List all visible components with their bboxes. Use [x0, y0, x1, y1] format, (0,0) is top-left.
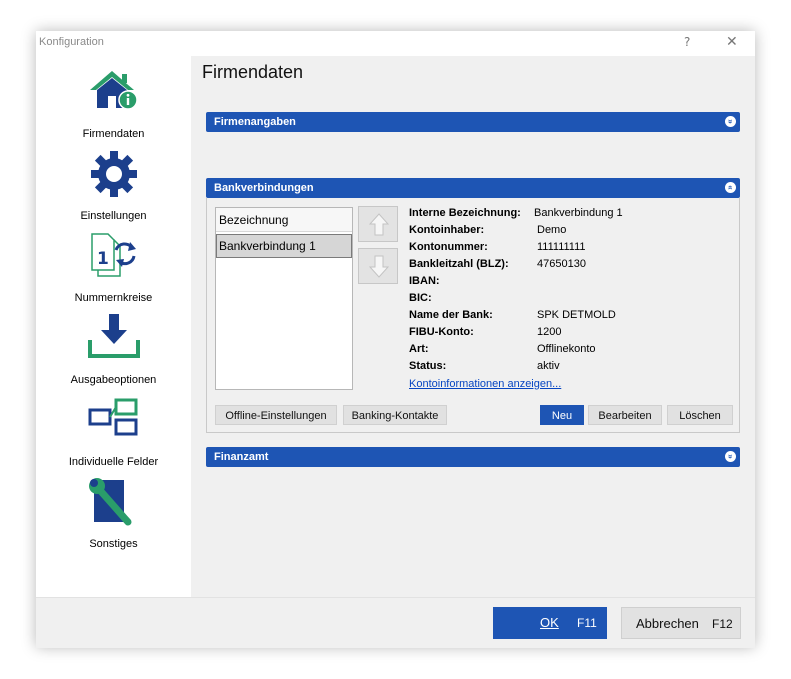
expand-icon[interactable]: » [725, 451, 736, 462]
sidebar-item-label: Einstellungen [80, 210, 147, 222]
ok-button[interactable]: OK F11 [493, 607, 607, 639]
configuration-window: Konfiguration ? ✕ Firmendaten Einstellun… [36, 31, 755, 648]
sidebar-item-einstellungen[interactable]: Einstellungen [36, 150, 191, 230]
detail-label: Interne Bezeichnung: [409, 207, 521, 219]
move-down-button[interactable] [358, 248, 398, 284]
page-title: Firmendaten [202, 62, 304, 82]
window-title: Konfiguration [39, 36, 104, 48]
section-bankverbindungen[interactable]: Bankverbindungen « [206, 178, 740, 198]
detail-label: BIC: [409, 292, 432, 304]
numbering-documents-icon: 1 [91, 233, 136, 277]
sidebar-item-label: Nummernkreise [74, 292, 153, 304]
close-button[interactable]: ✕ [726, 34, 738, 50]
sidebar-item-label: Ausgabeoptionen [70, 374, 157, 386]
detail-label: Name der Bank: [409, 309, 493, 321]
detail-value: 47650130 [537, 258, 586, 270]
detail-row: FIBU-Konto: 1200 [409, 326, 739, 343]
ok-shortcut: F11 [577, 616, 597, 630]
cancel-shortcut: F12 [712, 617, 733, 631]
sidebar-item-individuelle-felder[interactable]: Individuelle Felder [36, 396, 191, 476]
detail-row: BIC: [409, 292, 739, 309]
arrow-down-icon [369, 255, 389, 278]
svg-text:1: 1 [97, 249, 109, 269]
account-info-link[interactable]: Kontoinformationen anzeigen... [409, 378, 561, 390]
help-button[interactable]: ? [684, 35, 690, 49]
expand-icon[interactable]: » [725, 116, 736, 127]
sidebar-item-label: Individuelle Felder [68, 456, 159, 468]
dialog-footer: OK F11 Abbrechen F12 [36, 597, 755, 648]
list-header[interactable]: Bezeichnung [216, 208, 352, 232]
gear-icon [91, 151, 137, 197]
title-bar: Konfiguration ? ✕ [36, 31, 755, 56]
ok-label: OK [540, 615, 559, 630]
detail-value: aktiv [537, 360, 560, 372]
house-info-icon [90, 71, 138, 110]
section-label: Finanzamt [214, 451, 269, 463]
detail-label: IBAN: [409, 275, 440, 287]
detail-row: IBAN: [409, 275, 739, 292]
wrench-icon [89, 478, 132, 526]
arrow-up-icon [369, 213, 389, 236]
detail-label: Kontoinhaber: [409, 224, 485, 236]
banking-contacts-button[interactable]: Banking-Kontakte [343, 405, 447, 425]
sidebar-item-sonstiges[interactable]: Sonstiges [36, 478, 191, 558]
fields-boxes-icon [88, 398, 138, 436]
sidebar-item-ausgabeoptionen[interactable]: Ausgabeoptionen [36, 314, 191, 394]
detail-value: SPK DETMOLD [537, 309, 616, 321]
move-up-button[interactable] [358, 206, 398, 242]
detail-value: Bankverbindung 1 [534, 207, 623, 219]
section-firmenangaben[interactable]: Firmenangaben » [206, 112, 740, 132]
detail-label: Kontonummer: [409, 241, 488, 253]
bank-list[interactable]: Bezeichnung Bankverbindung 1 [215, 207, 353, 390]
sidebar-item-firmendaten[interactable]: Firmendaten [36, 68, 191, 148]
cancel-label: Abbrechen [636, 616, 699, 631]
sidebar-item-label: Sonstiges [89, 538, 138, 550]
detail-row: Interne Bezeichnung: Bankverbindung 1 [409, 207, 739, 224]
detail-row: Art: Offlinekonto [409, 343, 739, 360]
offline-settings-button[interactable]: Offline-Einstellungen [215, 405, 337, 425]
section-label: Bankverbindungen [214, 182, 314, 194]
sidebar: Firmendaten Einstellungen 1 Nummernkreis… [36, 56, 191, 597]
detail-row: Kontonummer: 111111111 [409, 241, 739, 258]
download-tray-icon [88, 314, 140, 358]
detail-label: Status: [409, 360, 447, 372]
detail-label: Art: [409, 343, 429, 355]
sidebar-item-nummernkreise[interactable]: 1 Nummernkreise [36, 232, 191, 312]
bank-panel: Bezeichnung Bankverbindung 1 Interne Bez… [206, 198, 740, 433]
main-content: Firmendaten Firmenangaben » Bankverbindu… [191, 56, 755, 597]
detail-value: 1200 [537, 326, 562, 338]
new-button[interactable]: Neu [540, 405, 584, 425]
detail-row: Status: aktiv [409, 360, 739, 377]
sidebar-item-label: Firmendaten [82, 128, 145, 140]
section-label: Firmenangaben [214, 116, 296, 128]
detail-label: FIBU-Konto: [409, 326, 474, 338]
edit-button[interactable]: Bearbeiten [588, 405, 662, 425]
detail-label: Bankleitzahl (BLZ): [409, 258, 509, 270]
detail-value: Demo [537, 224, 567, 236]
section-finanzamt[interactable]: Finanzamt » [206, 447, 740, 467]
list-item[interactable]: Bankverbindung 1 [216, 234, 352, 258]
detail-value: 111111111 [537, 241, 586, 253]
detail-row: Name der Bank: SPK DETMOLD [409, 309, 739, 326]
cancel-button[interactable]: Abbrechen F12 [621, 607, 741, 639]
detail-row: Kontoinhaber: Demo [409, 224, 739, 241]
detail-value: Offlinekonto [537, 343, 596, 355]
delete-button[interactable]: Löschen [667, 405, 733, 425]
detail-row: Bankleitzahl (BLZ): 47650130 [409, 258, 739, 275]
collapse-icon[interactable]: « [725, 182, 736, 193]
